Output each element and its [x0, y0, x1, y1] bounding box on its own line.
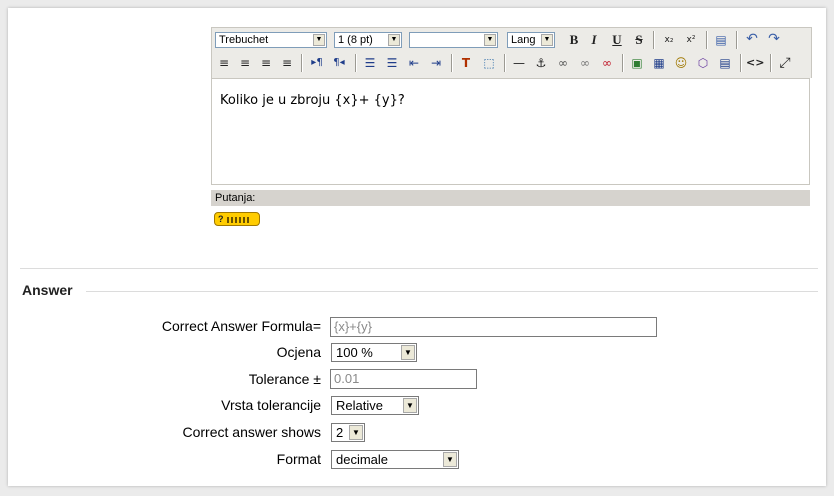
formula-value: {x}+{y} [334, 319, 372, 334]
editor-content-area[interactable]: Koliko je u zbroju {x}+ {y}? [211, 78, 810, 185]
language-select[interactable]: Lang ▼ [507, 32, 555, 48]
paste-word-button[interactable]: ▤ [712, 31, 730, 49]
answer-shows-select[interactable]: 2 ▼ [331, 423, 365, 442]
insert-table-button[interactable]: ▦ [650, 54, 668, 72]
toolbar-separator [736, 31, 738, 49]
superscript-button[interactable]: x² [682, 31, 700, 49]
toolbar-separator [451, 54, 453, 72]
legend-line [86, 291, 818, 292]
bold-button[interactable]: B [565, 31, 583, 49]
special-char-button[interactable]: ⬡ [694, 54, 712, 72]
chevron-down-icon: ▼ [484, 34, 496, 46]
answer-shows-value: 2 [336, 425, 344, 440]
format-select[interactable]: decimale ▼ [331, 450, 459, 469]
ltr-button[interactable]: ▸¶ [308, 54, 326, 72]
help-icon: ? [218, 214, 224, 224]
horizontal-rule-button[interactable]: — [510, 54, 528, 72]
language-value: Lang [511, 34, 536, 46]
smiley-button[interactable]: ☺ [672, 54, 690, 72]
tolerance-type-value: Relative [336, 398, 383, 413]
tolerance-type-select[interactable]: Relative ▼ [331, 396, 419, 415]
outdent-button[interactable]: ⇤ [405, 54, 423, 72]
chevron-down-icon: ▼ [401, 345, 415, 360]
section-divider [20, 268, 818, 269]
keyboard-icon [226, 216, 251, 223]
insert-image-button[interactable]: ▣ [628, 54, 646, 72]
rtl-button[interactable]: ¶◂ [330, 54, 348, 72]
editor-text: Koliko je u zbroju {x}+ {y}? [220, 93, 405, 108]
background-color-button[interactable]: ⬚ [480, 54, 498, 72]
tolerance-type-label: Vrsta tolerancije [221, 397, 321, 413]
align-left-button[interactable]: ≡ [215, 54, 233, 72]
undo-button[interactable]: ↶ [743, 30, 761, 48]
format-value: decimale [336, 452, 389, 467]
tolerance-input[interactable]: 0.01 [330, 369, 477, 389]
toolbar-separator [355, 54, 357, 72]
redo-button[interactable]: ↷ [765, 30, 783, 48]
toolbar-separator [706, 31, 708, 49]
search-replace-button[interactable]: ▤ [716, 54, 734, 72]
toolbar-separator [622, 54, 624, 72]
chevron-down-icon: ▼ [388, 34, 400, 46]
font-family-value: Trebuchet [219, 34, 269, 46]
unordered-list-button[interactable]: ☰ [383, 54, 401, 72]
underline-button[interactable]: U [608, 31, 626, 49]
align-center-button[interactable]: ≡ [236, 54, 254, 72]
grade-label: Ocjena [276, 344, 321, 360]
strikethrough-button[interactable]: S [630, 31, 648, 49]
chevron-down-icon: ▼ [349, 425, 363, 440]
editor-help-button[interactable]: ? [214, 212, 260, 226]
chevron-down-icon: ▼ [403, 398, 417, 413]
unlink-button[interactable]: ∞ [576, 54, 594, 72]
html-source-button[interactable]: <> [746, 54, 764, 72]
chevron-down-icon: ▼ [313, 34, 325, 46]
font-size-select[interactable]: 1 (8 pt) ▼ [334, 32, 402, 48]
link-button[interactable]: ∞ [554, 54, 572, 72]
font-family-select[interactable]: Trebuchet ▼ [215, 32, 327, 48]
editor-path-bar: Putanja: [211, 190, 810, 206]
path-label: Putanja: [215, 192, 256, 204]
ordered-list-button[interactable]: ☰ [361, 54, 379, 72]
nolink-button[interactable]: ∞ [598, 54, 616, 72]
toolbar-separator [770, 54, 772, 72]
justify-button[interactable]: ≡ [278, 54, 296, 72]
chevron-down-icon: ▼ [443, 452, 457, 467]
toolbar-separator [504, 54, 506, 72]
heading-select[interactable]: ▼ [409, 32, 498, 48]
chevron-down-icon: ▼ [541, 34, 553, 46]
tolerance-value: 0.01 [334, 371, 360, 386]
grade-value: 100 % [336, 345, 373, 360]
anchor-button[interactable]: ⚓ [532, 54, 550, 72]
text-color-button[interactable]: T [457, 54, 475, 72]
toolbar-separator [653, 31, 655, 49]
align-right-button[interactable]: ≡ [257, 54, 275, 72]
subscript-button[interactable]: x₂ [660, 31, 678, 49]
editor-toolbar: Trebuchet ▼ 1 (8 pt) ▼ ▼ Lang ▼ B I U S … [211, 27, 812, 78]
grade-select[interactable]: 100 % ▼ [331, 343, 417, 362]
answer-legend: Answer [22, 282, 73, 298]
format-label: Format [276, 451, 321, 467]
formula-input[interactable]: {x}+{y} [330, 317, 657, 337]
answer-shows-label: Correct answer shows [182, 424, 322, 440]
formula-label: Correct Answer Formula= [161, 318, 321, 334]
italic-button[interactable]: I [585, 31, 603, 49]
font-size-value: 1 (8 pt) [338, 34, 373, 46]
toolbar-separator [301, 54, 303, 72]
indent-button[interactable]: ⇥ [427, 54, 445, 72]
toolbar-separator [740, 54, 742, 72]
tolerance-label: Tolerance ± [248, 371, 321, 387]
fullscreen-button[interactable]: ⤢ [776, 54, 794, 72]
